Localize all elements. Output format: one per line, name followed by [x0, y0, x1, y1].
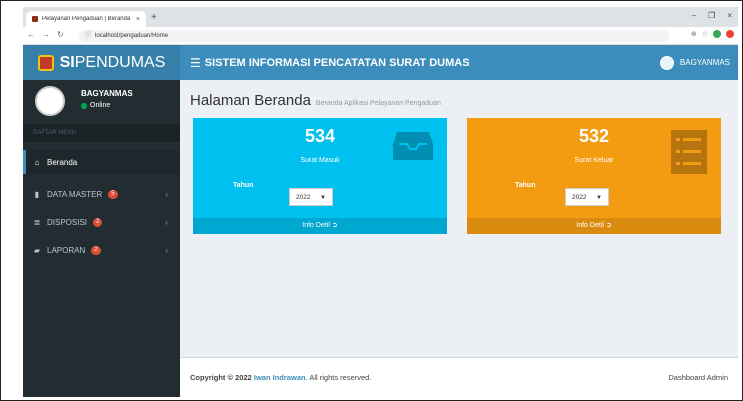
surat-masuk-box: 534 Surat Masuk Tahun 2022 ▼ Info Detil ➲ — [193, 118, 447, 234]
info-detil-link[interactable]: Info Detil ➲ — [467, 218, 721, 234]
sidebar-avatar — [35, 86, 65, 116]
browser-frame: Pelayanan Pengaduan | Beranda × + – ❐ × … — [0, 0, 743, 401]
info-detil-link[interactable]: Info Detil ➲ — [193, 218, 447, 234]
user-avatar — [659, 55, 674, 70]
reload-icon[interactable]: ↻ — [57, 30, 64, 39]
copyright-text: Copyright © 2022 Iwan Indrawan. All righ… — [190, 373, 372, 382]
online-dot-icon — [81, 102, 87, 109]
maximize-button[interactable]: ❐ — [708, 11, 715, 20]
tab-title: Pelayanan Pengaduan | Beranda — [42, 16, 131, 22]
footer-right-text: Dashboard Admin — [668, 373, 728, 382]
arrow-circle-right-icon: ➲ — [605, 222, 612, 229]
info-icon[interactable]: ⓘ — [85, 30, 91, 42]
user-name: BAGYANMAS — [679, 58, 730, 67]
sidebar-item-label: LAPORAN — [47, 245, 86, 255]
sidebar-user-name: BAGYANMAS — [81, 89, 133, 98]
user-menu[interactable]: BAGYANMAS — [659, 55, 730, 70]
inbox-icon — [393, 132, 433, 160]
caret-down-icon: ▼ — [320, 195, 326, 201]
close-window-button[interactable]: × — [727, 11, 732, 20]
caret-down-icon: ▼ — [596, 195, 602, 201]
year-select[interactable]: 2022 ▼ — [289, 188, 333, 206]
extensions: ⊕ ☆ — [691, 30, 734, 38]
minimize-button[interactable]: – — [692, 11, 696, 20]
file-icon: ▮ — [34, 189, 40, 199]
count-badge: 2 — [93, 217, 103, 227]
nav-buttons: ← → ↻ — [27, 30, 64, 39]
sidebar: BAGYANMAS Online DAFTAR MENU ⌂ Beranda ▮… — [23, 80, 180, 397]
page-title: Halaman Beranda — [190, 92, 311, 109]
page-subtitle: Beranda Aplikasi Pelayanan Pengaduan — [315, 100, 441, 107]
address-bar: ← → ↻ ⓘ localhost/pengaduan/Home ⊕ ☆ — [23, 27, 738, 45]
forward-icon[interactable]: → — [42, 30, 50, 39]
arrow-circle-right-icon: ➲ — [331, 222, 338, 229]
count-badge: 5 — [108, 189, 118, 199]
tab-close-icon[interactable]: × — [136, 16, 140, 23]
menu-header: DAFTAR MENU — [23, 124, 180, 142]
profile-icon[interactable] — [726, 30, 734, 38]
new-tab-button[interactable]: + — [151, 12, 157, 23]
document-list-icon — [671, 130, 707, 174]
chevron-left-icon: ‹ — [165, 245, 168, 255]
sidebar-item-label: DATA MASTER — [47, 189, 103, 199]
year-label: Tahun — [233, 182, 254, 189]
extension-icon[interactable] — [713, 30, 721, 38]
book-icon: ▰ — [33, 245, 41, 255]
home-icon: ⌂ — [34, 157, 40, 167]
header-title: SISTEM INFORMASI PENCATATAN SURAT DUMAS — [204, 56, 470, 69]
menu-toggle-icon[interactable]: ☰ — [190, 56, 201, 70]
back-icon[interactable]: ← — [27, 30, 35, 39]
author-link[interactable]: Iwan Indrawan — [254, 373, 306, 382]
sidebar-item-beranda[interactable]: ⌂ Beranda — [23, 150, 180, 174]
count-badge: 2 — [91, 245, 101, 255]
year-select[interactable]: 2022 ▼ — [565, 188, 609, 206]
favicon-icon — [32, 16, 38, 22]
sidebar-item-laporan[interactable]: ▰ LAPORAN 2 ‹ — [23, 238, 180, 262]
window-controls: – ❐ × — [692, 11, 732, 20]
user-panel: BAGYANMAS Online — [23, 80, 180, 122]
page-header: Halaman Beranda Beranda Aplikasi Pelayan… — [190, 92, 441, 109]
police-emblem-icon — [37, 54, 54, 71]
list-icon: ≣ — [33, 217, 41, 227]
star-icon[interactable]: ☆ — [702, 30, 708, 38]
top-navbar: ☰ SISTEM INFORMASI PENCATATAN SURAT DUMA… — [180, 45, 738, 80]
sidebar-item-label: DISPOSISI — [47, 217, 88, 227]
sidebar-item-label: Beranda — [47, 157, 78, 167]
surat-keluar-box: 532 Surat Keluar Tahun 2022 ▼ Info Detil … — [467, 118, 721, 234]
chevron-left-icon: ‹ — [165, 189, 168, 199]
app: SIPENDUMAS ☰ SISTEM INFORMASI PENCATATAN… — [23, 45, 738, 397]
zoom-icon[interactable]: ⊕ — [691, 30, 697, 38]
app-logo[interactable]: SIPENDUMAS — [23, 45, 180, 80]
logo-text: SIPENDUMAS — [59, 53, 166, 71]
sidebar-item-disposisi[interactable]: ≣ DISPOSISI 2 ‹ — [23, 210, 180, 234]
tab-bar: Pelayanan Pengaduan | Beranda × + – ❐ × — [23, 7, 738, 27]
main-content: Halaman Beranda Beranda Aplikasi Pelayan… — [180, 80, 738, 357]
url-text: localhost/pengaduan/Home — [95, 33, 169, 39]
sidebar-item-data-master[interactable]: ▮ DATA MASTER 5 ‹ — [23, 182, 180, 206]
user-status: Online — [81, 102, 110, 109]
page-footer: Copyright © 2022 Iwan Indrawan. All righ… — [180, 357, 738, 397]
browser-tab[interactable]: Pelayanan Pengaduan | Beranda × — [26, 11, 146, 27]
chevron-left-icon: ‹ — [165, 217, 168, 227]
year-label: Tahun — [515, 182, 536, 189]
url-field[interactable]: ⓘ localhost/pengaduan/Home — [79, 30, 669, 42]
